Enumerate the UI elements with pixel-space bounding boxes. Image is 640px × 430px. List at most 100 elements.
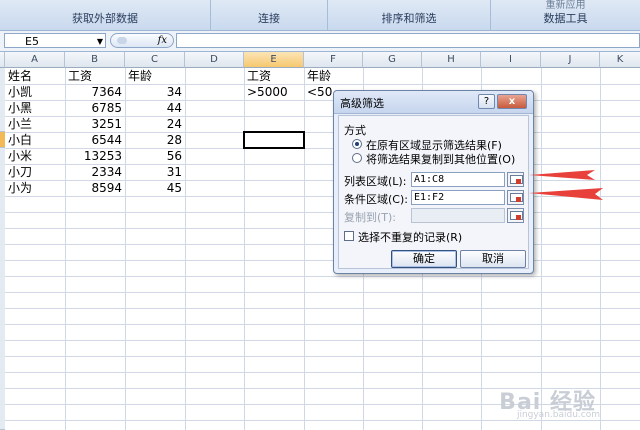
formula-bar: E5 ▼ fx xyxy=(0,31,640,52)
column-header-b[interactable]: B xyxy=(65,52,125,68)
ribbon-group-connections[interactable]: 连接 xyxy=(211,0,328,30)
gridline xyxy=(600,68,601,430)
cell-age[interactable]: 44 xyxy=(125,100,185,116)
cancel-button[interactable]: 取消 xyxy=(460,250,526,268)
radio-in-place[interactable] xyxy=(352,139,362,149)
cell-e2[interactable]: >5000 xyxy=(244,84,304,100)
cell-name[interactable]: 小米 xyxy=(5,148,65,164)
column-header-g[interactable]: G xyxy=(363,52,422,68)
cell-name[interactable]: 小白 xyxy=(5,132,65,148)
name-box-value: E5 xyxy=(25,35,39,48)
watermark-sub: jingyan.baidu.com xyxy=(516,410,600,420)
cell-age[interactable]: 28 xyxy=(125,132,185,148)
gridline xyxy=(5,420,640,421)
gridline xyxy=(304,68,305,430)
ribbon-group-label: 获取外部数据 xyxy=(72,12,138,25)
cell-name[interactable]: 小刀 xyxy=(5,164,65,180)
gridline xyxy=(5,276,640,277)
column-header-h[interactable]: H xyxy=(422,52,481,68)
gridline xyxy=(5,324,640,325)
column-header-f[interactable]: F xyxy=(304,52,363,68)
list-range-field[interactable]: A1:C8 xyxy=(411,172,505,187)
collapse-dialog-icon[interactable] xyxy=(507,172,524,187)
cell-name[interactable]: 小为 xyxy=(5,180,65,196)
ribbon-group-data-tools[interactable]: 重新应用 数据工具 xyxy=(491,0,640,30)
baidu-watermark: Bai 经验 jingyan.baidu.com xyxy=(499,384,600,420)
cell-e1[interactable]: 工资 xyxy=(244,68,304,84)
cell-f1[interactable]: 年龄 xyxy=(304,68,363,84)
active-cell-e5[interactable] xyxy=(243,131,305,149)
cell-f2[interactable]: <50 xyxy=(304,84,333,100)
ribbon-group-sort-filter[interactable]: 排序和筛选 xyxy=(328,0,491,30)
gridline xyxy=(185,68,186,430)
list-range-label: 列表区域(L): xyxy=(344,175,407,188)
copy-to-label: 复制到(T): xyxy=(344,211,397,224)
column-header-d[interactable]: D xyxy=(185,52,244,68)
gridline xyxy=(5,292,640,293)
cell-age[interactable]: 56 xyxy=(125,148,185,164)
cell-a1[interactable]: 姓名 xyxy=(5,68,65,84)
gridline xyxy=(5,356,640,357)
gridline xyxy=(5,340,640,341)
advanced-filter-dialog: 高级筛选 ? x 方式 在原有区域显示筛选结果(F) 将筛选结果复制到其他位置(… xyxy=(333,90,534,274)
fx-icon: fx xyxy=(157,35,167,46)
cell-age[interactable]: 34 xyxy=(125,84,185,100)
help-button[interactable]: ? xyxy=(478,94,495,109)
cell-age[interactable]: 31 xyxy=(125,164,185,180)
close-button[interactable]: x xyxy=(497,94,527,109)
cell-salary[interactable]: 6785 xyxy=(65,100,125,116)
cell-name[interactable]: 小黑 xyxy=(5,100,65,116)
name-box[interactable]: E5 ▼ xyxy=(4,33,106,48)
radio-copy-to[interactable] xyxy=(352,153,362,163)
gridline xyxy=(541,68,542,430)
gridline xyxy=(5,228,640,229)
annotation-arrows xyxy=(529,170,603,200)
criteria-range-label: 条件区域(C): xyxy=(344,193,408,206)
cell-name[interactable]: 小凯 xyxy=(5,84,65,100)
gridline xyxy=(5,260,640,261)
cell-salary[interactable]: 2334 xyxy=(65,164,125,180)
column-header-j[interactable]: J xyxy=(541,52,600,68)
cell-salary[interactable]: 13253 xyxy=(65,148,125,164)
collapse-dialog-icon[interactable] xyxy=(507,190,524,205)
criteria-range-field[interactable]: E1:F2 xyxy=(411,190,505,205)
column-header-c[interactable]: C xyxy=(125,52,185,68)
cell-salary[interactable]: 6544 xyxy=(65,132,125,148)
ribbon-group-label: 排序和筛选 xyxy=(381,12,437,25)
ok-button[interactable]: 确定 xyxy=(391,250,457,268)
cell-age[interactable]: 24 xyxy=(125,116,185,132)
method-section-label: 方式 xyxy=(344,124,366,137)
cell-c1[interactable]: 年龄 xyxy=(125,68,185,84)
copy-to-field[interactable] xyxy=(411,208,505,223)
ribbon-group-external-data[interactable]: 获取外部数据 xyxy=(0,0,211,30)
insert-function-button[interactable]: fx xyxy=(110,33,174,48)
cell-salary[interactable]: 3251 xyxy=(65,116,125,132)
gridline xyxy=(5,244,640,245)
unique-records-checkbox[interactable] xyxy=(344,231,354,241)
ribbon-group-label: 数据工具 xyxy=(543,12,588,25)
gridline xyxy=(244,68,245,430)
cell-name[interactable]: 小兰 xyxy=(5,116,65,132)
dialog-title: 高级筛选 xyxy=(340,97,384,110)
dialog-title-bar[interactable]: 高级筛选 ? x xyxy=(334,91,533,114)
worksheet-grid[interactable]: A B C D E F G H I J K 姓名 工资 年龄 工资 年龄 小凯 … xyxy=(0,52,640,430)
formula-input[interactable] xyxy=(176,33,640,48)
arrow-icon xyxy=(529,188,603,200)
column-header-e[interactable]: E xyxy=(244,52,304,68)
ribbon-group-label: 连接 xyxy=(258,12,280,25)
cell-b1[interactable]: 工资 xyxy=(65,68,125,84)
chevron-down-icon[interactable]: ▼ xyxy=(97,34,103,49)
unique-records-label[interactable]: 选择不重复的记录(R) xyxy=(358,229,462,245)
column-header-a[interactable]: A xyxy=(5,52,65,68)
gridline xyxy=(5,372,640,373)
column-header-k[interactable]: K xyxy=(600,52,640,68)
ribbon: 获取外部数据 连接 排序和筛选 重新应用 数据工具 xyxy=(0,0,640,31)
cell-age[interactable]: 45 xyxy=(125,180,185,196)
cell-salary[interactable]: 8594 xyxy=(65,180,125,196)
collapse-dialog-icon[interactable] xyxy=(507,208,524,223)
gridline xyxy=(5,212,640,213)
gridline xyxy=(5,308,640,309)
cell-salary[interactable]: 7364 xyxy=(65,84,125,100)
column-header-i[interactable]: I xyxy=(481,52,541,68)
radio-copy-to-label[interactable]: 将筛选结果复制到其他位置(O) xyxy=(366,151,515,167)
